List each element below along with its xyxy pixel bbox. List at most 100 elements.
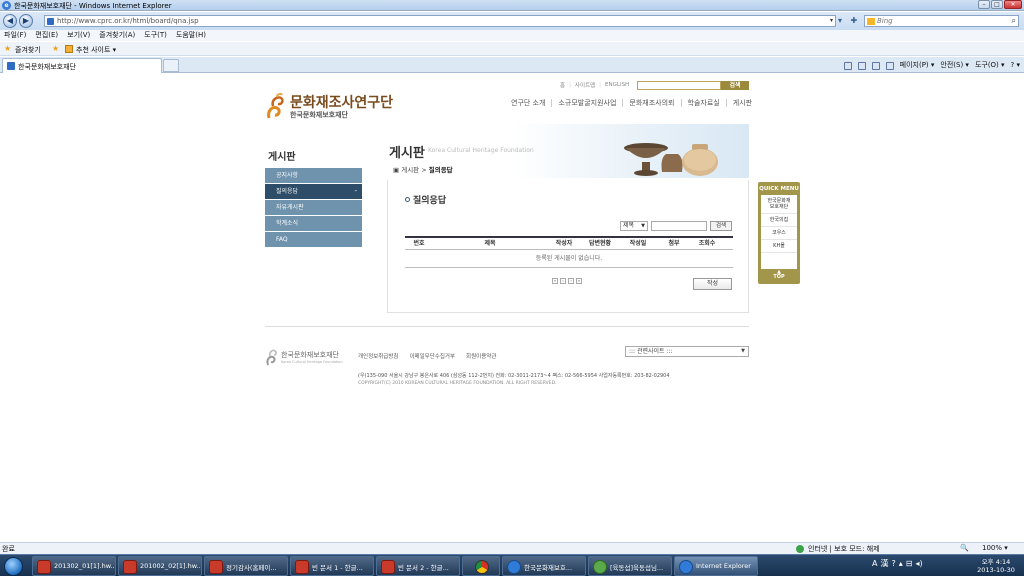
menu-help[interactable]: 도움말(H): [176, 30, 206, 41]
print-icon[interactable]: [885, 62, 894, 70]
sidebar-item-academic-news[interactable]: 학계소식: [265, 216, 362, 231]
site-favicon-icon: [47, 18, 54, 25]
zoom-level[interactable]: 100% ▾: [982, 544, 1008, 552]
gnb-archive[interactable]: 학술자료실: [680, 99, 726, 107]
task-button[interactable]: 빈 문서 2 - 한글...: [376, 556, 460, 576]
search-field-select[interactable]: 제목 ▼: [620, 221, 648, 231]
sidebar-item-notice[interactable]: 공지사항: [265, 168, 362, 183]
sidebar-item-qna[interactable]: 질의응답 -: [265, 184, 362, 199]
quick-item-foundation[interactable]: 한국문화재 보호재단: [761, 195, 797, 214]
back-button[interactable]: ◀: [3, 14, 17, 28]
prev-page-button[interactable]: ‹: [560, 278, 566, 284]
new-tab-button[interactable]: [163, 59, 179, 72]
task-button[interactable]: 빈 문서 1 - 한글...: [290, 556, 374, 576]
close-button[interactable]: ✕: [1004, 0, 1022, 9]
help-icon[interactable]: ?: [891, 559, 895, 568]
site-search-button[interactable]: 검색: [721, 81, 749, 90]
quick-item-kous[interactable]: 코우스: [761, 227, 797, 240]
clock[interactable]: 오후 4:14 2013-10-30: [975, 558, 1017, 574]
tools-menu[interactable]: 도구(O) ▾: [975, 59, 1005, 71]
footer-address: (우)135-090 서울시 강남구 봉은사로 406 (삼성동 112-2번지…: [358, 373, 670, 379]
security-zone[interactable]: 인터넷 | 보호 모드: 해제: [808, 544, 880, 554]
task-button[interactable]: 한국문화재보호...: [502, 556, 586, 576]
minimize-button[interactable]: –: [978, 0, 990, 9]
favorites-button[interactable]: 즐겨찾기: [15, 45, 41, 55]
address-dropdown-icon[interactable]: ▾: [830, 17, 833, 24]
add-favorite-icon[interactable]: ★: [52, 44, 59, 53]
related-sites-select[interactable]: ::: 관련사이트 ::: ▼: [625, 346, 749, 357]
network-icon[interactable]: ⊟: [906, 559, 913, 568]
task-label: 빈 문서 2 - 한글...: [398, 564, 449, 572]
status-bar: 완료 인터넷 | 보호 모드: 해제 🔍 100% ▾: [0, 542, 1024, 554]
ie-icon: [679, 560, 693, 574]
ime-mode-icon[interactable]: A: [872, 559, 877, 568]
board-search-input[interactable]: [651, 221, 707, 231]
sidebar-item-faq[interactable]: FAQ: [265, 232, 362, 247]
task-label: 정기감사(홈페이...: [226, 564, 277, 572]
sidebar-item-free-board[interactable]: 자유게시판: [265, 200, 362, 215]
next-page-button[interactable]: ›: [568, 278, 574, 284]
gnb-board[interactable]: 게시판: [725, 99, 758, 107]
footer-privacy-link[interactable]: 개인정보취급방침: [358, 352, 398, 360]
favorites-star-icon[interactable]: ★: [4, 44, 11, 53]
home-icon[interactable]: [843, 62, 852, 70]
address-toolbar: ◀ ▶ http://www.cprc.or.kr/html/board/qna…: [0, 12, 1024, 30]
back-to-top-button[interactable]: ▲ TOP: [758, 270, 800, 280]
site-logo[interactable]: 문화재조사연구단 한국문화재보호재단: [265, 92, 393, 124]
address-bar[interactable]: http://www.cprc.or.kr/html/board/qna.jsp…: [44, 15, 836, 27]
util-sitemap-link[interactable]: 사이트맵: [575, 81, 595, 89]
maximize-button[interactable]: □: [991, 0, 1003, 9]
gnb-excavation-support[interactable]: 소규모발굴지원사업: [551, 99, 622, 107]
board-search-button[interactable]: 검색: [710, 221, 732, 231]
safety-menu[interactable]: 안전(S) ▾: [940, 59, 969, 71]
quick-item-kh-mall[interactable]: KH몰: [761, 240, 797, 253]
task-button-active[interactable]: Internet Explorer: [674, 556, 758, 576]
task-button[interactable]: 201302_01[1].hw...: [32, 556, 116, 576]
search-icon[interactable]: ⌕: [1012, 16, 1016, 26]
quick-item-korea-house[interactable]: 한국의집: [761, 214, 797, 227]
mail-icon[interactable]: [871, 62, 880, 70]
page-menu[interactable]: 페이지(P) ▾: [900, 59, 935, 71]
window-title: 한국문화재보호재단 - Windows Internet Explorer: [14, 2, 172, 10]
task-button[interactable]: 정기감사(홈페이...: [204, 556, 288, 576]
breadcrumb-parent[interactable]: ▣ 게시판 >: [393, 166, 429, 174]
forward-button[interactable]: ▶: [19, 14, 33, 28]
board-search: 제목 ▼ 검색: [620, 221, 732, 231]
task-button-chrome[interactable]: [462, 556, 500, 576]
util-home-link[interactable]: 홈: [560, 81, 565, 89]
search-field-value: 제목: [623, 222, 635, 229]
last-page-button[interactable]: »: [576, 278, 582, 284]
help-menu[interactable]: ? ▾: [1011, 59, 1020, 71]
url-text[interactable]: http://www.cprc.or.kr/html/board/qna.jsp: [57, 17, 199, 25]
task-button[interactable]: 201002_02[1].hw...: [118, 556, 202, 576]
chevron-down-icon: ▼: [641, 223, 645, 229]
quick-menu: QUICK MENU 한국문화재 보호재단 한국의집 코우스 KH몰 ▲ TOP: [758, 182, 800, 284]
feeds-icon[interactable]: [857, 62, 866, 70]
task-button[interactable]: [육동섭]육동섭님...: [588, 556, 672, 576]
footer-email-policy-link[interactable]: 이메일무단수집거부: [409, 352, 455, 360]
footer-terms-link[interactable]: 회원이용약관: [466, 352, 496, 360]
volume-icon[interactable]: ◂): [915, 559, 922, 568]
suggested-sites-button[interactable]: 추천 사이트 ▾: [76, 45, 116, 55]
browser-search-input[interactable]: [877, 16, 1003, 26]
start-button[interactable]: [4, 557, 23, 576]
menu-file[interactable]: 파일(F): [4, 30, 26, 41]
sidebar-menu: 공지사항 질의응답 - 자유게시판 학계소식 FAQ: [265, 168, 362, 248]
gnb-survey-request[interactable]: 문화재조사의뢰: [622, 99, 680, 107]
menu-favorites[interactable]: 즐겨찾기(A): [99, 30, 135, 41]
hanja-icon[interactable]: 漢: [880, 558, 888, 569]
menu-tools[interactable]: 도구(T): [144, 30, 167, 41]
zoom-icon[interactable]: 🔍: [960, 544, 969, 552]
first-page-button[interactable]: «: [552, 278, 558, 284]
utility-links: 홈 | 사이트맵 | ENGLISH: [560, 81, 629, 89]
util-english-link[interactable]: ENGLISH: [605, 82, 629, 88]
menu-edit[interactable]: 편집(E): [35, 30, 58, 41]
site-search-input[interactable]: [637, 81, 721, 90]
show-hidden-icons-icon[interactable]: ▴: [899, 559, 903, 568]
gnb-about[interactable]: 연구단 소개: [505, 99, 551, 107]
menu-view[interactable]: 보기(V): [67, 30, 90, 41]
browser-tab[interactable]: 한국문화재보호재단: [2, 58, 162, 73]
taskbar-tasks: 201302_01[1].hw... 201002_02[1].hw... 정기…: [32, 556, 758, 576]
write-button[interactable]: 작성: [693, 278, 732, 290]
browser-search-box[interactable]: ⌕: [864, 15, 1019, 27]
